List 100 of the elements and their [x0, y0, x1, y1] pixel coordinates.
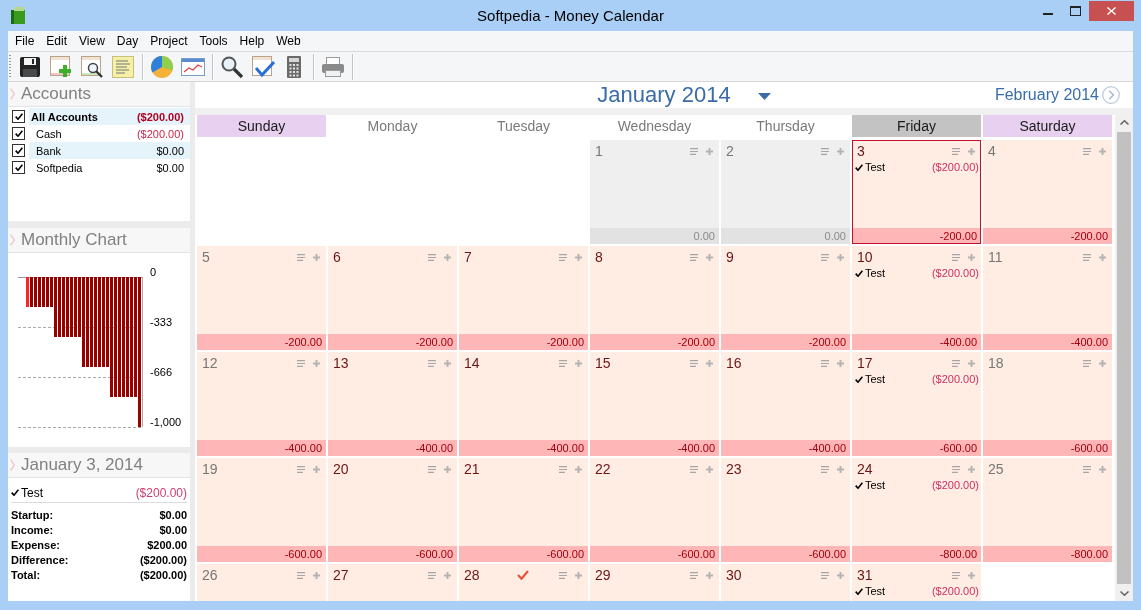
list-icon[interactable]	[1083, 147, 1091, 155]
plus-icon[interactable]	[444, 359, 451, 367]
list-icon[interactable]	[952, 147, 960, 155]
caret-down-icon[interactable]	[757, 93, 771, 100]
day-cell[interactable]: 24 Test ($200.00) -800.00	[852, 458, 981, 562]
day-cell[interactable]: 26	[197, 564, 326, 601]
day-cell[interactable]: 31 Test ($200.00)	[852, 564, 981, 601]
list-icon[interactable]	[297, 465, 305, 473]
entry-name[interactable]: Test	[865, 373, 886, 385]
list-icon[interactable]	[690, 571, 698, 579]
plus-icon[interactable]	[706, 571, 713, 579]
list-icon[interactable]	[821, 253, 829, 261]
next-month-link[interactable]: February 2014	[994, 86, 1099, 104]
list-icon[interactable]	[952, 359, 960, 367]
day-cell[interactable]: 14 -400.00	[459, 352, 588, 456]
list-icon[interactable]	[821, 571, 829, 579]
scrollbar-thumb[interactable]	[1117, 132, 1131, 584]
day-cell[interactable]: 12 -400.00	[197, 352, 326, 456]
plus-icon[interactable]	[968, 253, 975, 261]
day-cell[interactable]: 13 -400.00	[328, 352, 457, 456]
checkbox[interactable]	[12, 144, 25, 157]
list-icon[interactable]	[690, 147, 698, 155]
day-cell[interactable]: 15 -400.00	[590, 352, 719, 456]
plus-icon[interactable]	[706, 359, 713, 367]
plus-icon[interactable]	[706, 465, 713, 473]
plus-icon[interactable]	[968, 147, 975, 155]
day-cell[interactable]: 30	[721, 564, 850, 601]
maximize-icon[interactable]	[1070, 6, 1081, 16]
plus-icon[interactable]	[968, 465, 975, 473]
plus-icon[interactable]	[313, 571, 320, 579]
plus-icon[interactable]	[575, 253, 582, 261]
list-icon[interactable]	[428, 571, 436, 579]
plus-icon[interactable]	[837, 465, 844, 473]
day-cell[interactable]: 3 Test ($200.00) -200.00	[852, 140, 981, 244]
grip-handle[interactable]	[9, 54, 11, 79]
plus-icon[interactable]	[1099, 465, 1106, 473]
list-icon[interactable]	[559, 465, 567, 473]
day-cell[interactable]: 8 -200.00	[590, 246, 719, 350]
day-cell[interactable]: 4 -200.00	[983, 140, 1112, 244]
plus-icon[interactable]	[444, 571, 451, 579]
day-cell[interactable]: 29	[590, 564, 719, 601]
entry-name[interactable]: Test	[865, 267, 886, 279]
list-icon[interactable]	[1083, 465, 1091, 473]
list-icon[interactable]	[1083, 359, 1091, 367]
list-icon[interactable]	[428, 359, 436, 367]
day-cell[interactable]: 19 -600.00	[197, 458, 326, 562]
day-cell[interactable]: 20 -600.00	[328, 458, 457, 562]
plus-icon[interactable]	[575, 571, 582, 579]
checkbox[interactable]	[12, 127, 25, 140]
plus-icon[interactable]	[444, 253, 451, 261]
list-icon[interactable]	[952, 571, 960, 579]
chevron-up-icon[interactable]	[1119, 120, 1129, 125]
list-icon[interactable]	[428, 253, 436, 261]
plus-icon[interactable]	[837, 253, 844, 261]
chevron-down-icon[interactable]	[1119, 591, 1129, 596]
entry-name[interactable]: Test	[865, 161, 886, 173]
list-icon[interactable]	[559, 253, 567, 261]
account-name[interactable]: Softpedia	[31, 161, 83, 174]
plus-icon[interactable]	[837, 571, 844, 579]
list-icon[interactable]	[297, 571, 305, 579]
menu-item[interactable]: Edit	[40, 31, 74, 51]
circle-chevron-right-icon[interactable]	[1102, 86, 1120, 104]
account-row[interactable]: All Accounts ($200.00)	[29, 108, 190, 125]
search-icon[interactable]	[220, 54, 244, 79]
list-icon[interactable]	[690, 465, 698, 473]
close-button[interactable]	[1089, 1, 1134, 21]
day-cell[interactable]: 10 Test ($200.00) -400.00	[852, 246, 981, 350]
day-cell[interactable]: 9 -200.00	[721, 246, 850, 350]
day-cell[interactable]: 16 -400.00	[721, 352, 850, 456]
list-icon[interactable]	[559, 571, 567, 579]
list-icon[interactable]	[821, 465, 829, 473]
day-cell[interactable]: 2 0.00	[721, 140, 850, 244]
day-cell[interactable]: 1 0.00	[590, 140, 719, 244]
list-icon[interactable]	[559, 359, 567, 367]
scrollbar[interactable]	[1115, 115, 1133, 601]
list-icon[interactable]	[297, 253, 305, 261]
card-magnifier-icon[interactable]	[80, 54, 104, 79]
list-icon[interactable]	[821, 147, 829, 155]
entry-name[interactable]: Test	[21, 485, 43, 500]
day-cell[interactable]: 5 -200.00	[197, 246, 326, 350]
list-icon[interactable]	[690, 253, 698, 261]
plus-icon[interactable]	[313, 359, 320, 367]
plus-icon[interactable]	[313, 253, 320, 261]
plus-icon[interactable]	[968, 571, 975, 579]
day-cell[interactable]: 11 -400.00	[983, 246, 1112, 350]
plus-icon[interactable]	[837, 147, 844, 155]
day-cell[interactable]: 6 -200.00	[328, 246, 457, 350]
plus-icon[interactable]	[575, 465, 582, 473]
account-name[interactable]: Bank	[31, 144, 62, 157]
checkbox[interactable]	[12, 161, 25, 174]
account-name[interactable]: Cash	[31, 127, 62, 140]
plus-icon[interactable]	[706, 253, 713, 261]
menu-item[interactable]: Day	[110, 31, 145, 51]
day-cell[interactable]: 25 -800.00	[983, 458, 1112, 562]
plus-icon[interactable]	[1099, 359, 1106, 367]
menu-item[interactable]: View	[73, 31, 111, 51]
list-icon[interactable]	[297, 359, 305, 367]
list-icon[interactable]	[428, 465, 436, 473]
entry-name[interactable]: Test	[865, 585, 886, 597]
entry-name[interactable]: Test	[865, 479, 886, 491]
